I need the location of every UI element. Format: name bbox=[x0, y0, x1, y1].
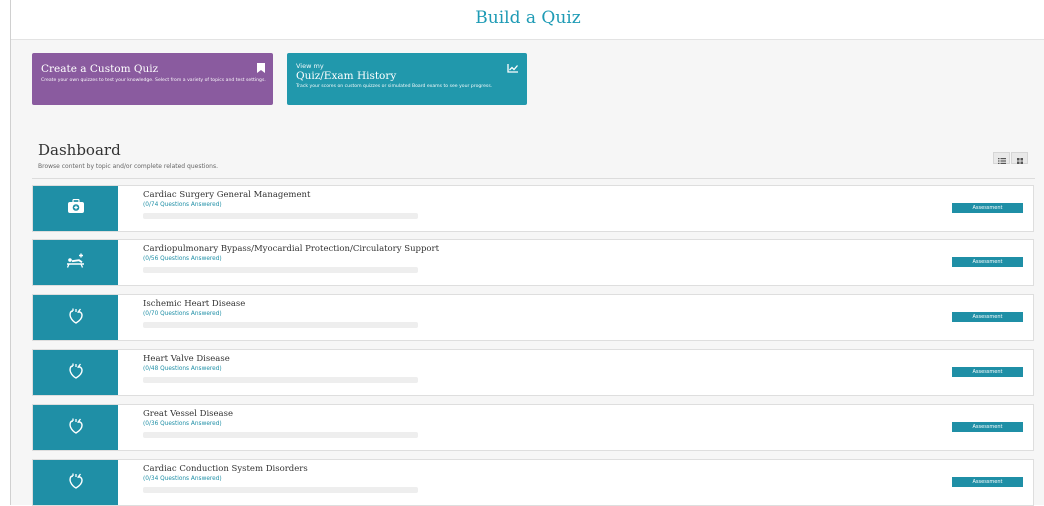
assessment-button[interactable]: Assessment bbox=[952, 312, 1023, 322]
questions-answered: (0/74 Questions Answered) bbox=[143, 202, 222, 208]
progress-bar bbox=[143, 213, 418, 219]
progress-bar bbox=[143, 432, 418, 438]
topic-icon-tile[interactable] bbox=[33, 405, 118, 450]
page-title: Build a Quiz bbox=[475, 8, 581, 28]
topic-row: Cardiac Conduction System Disorders (0/3… bbox=[32, 459, 1034, 506]
questions-answered: (0/36 Questions Answered) bbox=[143, 421, 222, 427]
history-description: Track your scores on custom quizzes or s… bbox=[296, 84, 493, 89]
topic-icon-tile[interactable] bbox=[33, 350, 118, 395]
bookmark-icon bbox=[257, 58, 265, 77]
assessment-button[interactable]: Assessment bbox=[952, 367, 1023, 377]
topic-row: Heart Valve Disease (0/48 Questions Answ… bbox=[32, 349, 1034, 396]
topic-icon-tile[interactable] bbox=[33, 295, 118, 340]
topic-row: Great Vessel Disease (0/36 Questions Ans… bbox=[32, 404, 1034, 451]
dashboard-title: Dashboard bbox=[38, 141, 121, 159]
trend-chart-icon bbox=[507, 58, 519, 77]
topic-icon-tile[interactable] bbox=[33, 460, 118, 505]
view-toggle bbox=[993, 152, 1028, 164]
questions-answered: (0/56 Questions Answered) bbox=[143, 256, 222, 262]
custom-quiz-description: Create your own quizzes to test your kno… bbox=[41, 78, 266, 83]
progress-bar bbox=[143, 267, 418, 273]
medical-kit-icon bbox=[67, 198, 85, 218]
quiz-history-card[interactable]: View my Quiz/Exam History Track your sco… bbox=[287, 53, 527, 105]
topic-icon-tile[interactable] bbox=[33, 186, 118, 231]
dashboard-subtitle: Browse content by topic and/or complete … bbox=[38, 163, 218, 170]
assessment-button[interactable]: Assessment bbox=[952, 203, 1023, 213]
topic-name[interactable]: Ischemic Heart Disease bbox=[143, 299, 245, 309]
topic-row: Cardiopulmonary Bypass/Myocardial Protec… bbox=[32, 239, 1034, 286]
assessment-button[interactable]: Assessment bbox=[952, 477, 1023, 487]
top-bar: Build a Quiz bbox=[11, 0, 1044, 40]
custom-quiz-title: Create a Custom Quiz bbox=[41, 63, 159, 75]
questions-answered: (0/34 Questions Answered) bbox=[143, 476, 222, 482]
assessment-button[interactable]: Assessment bbox=[952, 422, 1023, 432]
history-pretitle: View my bbox=[296, 62, 324, 70]
topic-name[interactable]: Great Vessel Disease bbox=[143, 409, 233, 419]
topic-row: Cardiac Surgery General Management (0/74… bbox=[32, 185, 1034, 232]
grid-view-button[interactable] bbox=[1011, 152, 1028, 164]
topic-name[interactable]: Cardiac Conduction System Disorders bbox=[143, 464, 308, 474]
heart-icon bbox=[68, 473, 84, 493]
progress-bar bbox=[143, 487, 418, 493]
heart-icon bbox=[68, 363, 84, 383]
list-view-button[interactable] bbox=[993, 152, 1010, 164]
topic-icon-tile[interactable] bbox=[33, 240, 118, 285]
progress-bar bbox=[143, 322, 418, 328]
app-frame: Build a Quiz Create a Custom Quiz Create… bbox=[10, 0, 1044, 506]
history-title: Quiz/Exam History bbox=[296, 70, 397, 82]
patient-bed-icon bbox=[66, 253, 86, 273]
topic-name[interactable]: Cardiopulmonary Bypass/Myocardial Protec… bbox=[143, 244, 439, 254]
questions-answered: (0/70 Questions Answered) bbox=[143, 311, 222, 317]
list-view-icon bbox=[997, 149, 1006, 168]
topic-name[interactable]: Cardiac Surgery General Management bbox=[143, 190, 310, 200]
heart-icon bbox=[68, 418, 84, 438]
heart-icon bbox=[68, 308, 84, 328]
grid-view-icon bbox=[1016, 149, 1023, 168]
divider bbox=[32, 178, 1035, 179]
create-custom-quiz-card[interactable]: Create a Custom Quiz Create your own qui… bbox=[32, 53, 273, 105]
topic-name[interactable]: Heart Valve Disease bbox=[143, 354, 230, 364]
progress-bar bbox=[143, 377, 418, 383]
assessment-button[interactable]: Assessment bbox=[952, 257, 1023, 267]
topic-row: Ischemic Heart Disease (0/70 Questions A… bbox=[32, 294, 1034, 341]
questions-answered: (0/48 Questions Answered) bbox=[143, 366, 222, 372]
